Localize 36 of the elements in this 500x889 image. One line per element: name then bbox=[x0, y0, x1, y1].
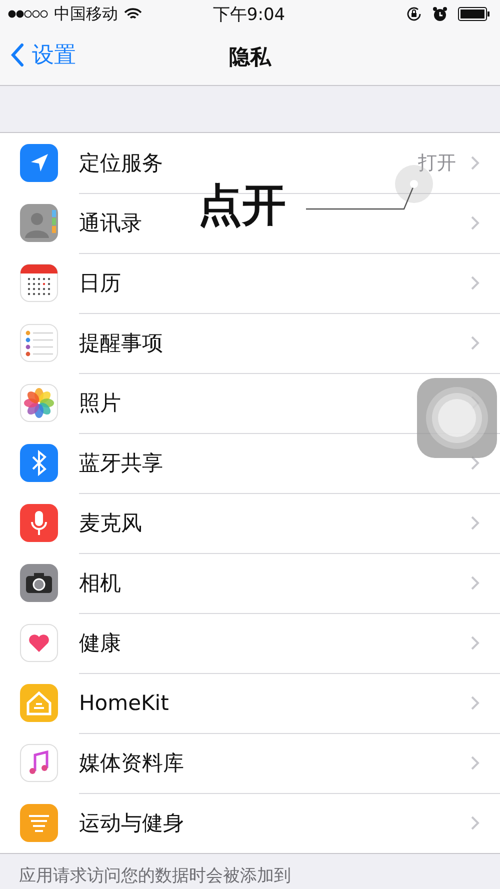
annotation-text: 点开 bbox=[198, 184, 286, 228]
carrier-name: 中国移动 bbox=[54, 4, 118, 24]
row-label: 定位服务 bbox=[79, 150, 164, 176]
row-label: 蓝牙共享 bbox=[79, 450, 164, 476]
bluetooth-icon bbox=[20, 444, 58, 482]
row-label: 媒体资料库 bbox=[79, 750, 185, 776]
house-icon bbox=[20, 684, 58, 722]
page-title: 隐私 bbox=[229, 44, 271, 70]
floating-touch-button[interactable] bbox=[417, 378, 497, 458]
row-label: 日历 bbox=[79, 270, 122, 296]
reminders-icon bbox=[20, 324, 58, 362]
back-button[interactable]: 设置 bbox=[10, 40, 76, 70]
signal-icon bbox=[8, 9, 48, 19]
row-label: 通讯录 bbox=[79, 210, 143, 236]
motion-icon bbox=[20, 804, 58, 842]
contacts-icon bbox=[20, 204, 58, 242]
wifi-icon bbox=[124, 8, 142, 20]
footer-note: 应用请求访问您的数据时会被添加到 bbox=[19, 866, 291, 886]
row-label: 运动与健身 bbox=[79, 810, 185, 837]
back-chevron-icon bbox=[10, 43, 24, 67]
row-label: 照片 bbox=[79, 390, 122, 416]
row-label: 麦克风 bbox=[79, 510, 143, 536]
calendar-icon bbox=[20, 264, 58, 302]
alarm-icon bbox=[432, 6, 448, 22]
music-note-icon bbox=[20, 744, 58, 782]
row-label: HomeKit bbox=[79, 690, 170, 714]
battery-icon bbox=[458, 7, 490, 21]
camera-icon bbox=[20, 564, 58, 602]
row-label: 健康 bbox=[79, 630, 122, 656]
rotation-lock-icon bbox=[406, 6, 422, 22]
status-time: 下午9:04 bbox=[212, 4, 286, 26]
row-value: 打开 bbox=[418, 150, 456, 176]
row-label: 提醒事项 bbox=[79, 330, 164, 356]
microphone-icon bbox=[20, 504, 58, 542]
row-label: 相机 bbox=[79, 570, 122, 596]
photos-icon bbox=[20, 384, 58, 422]
